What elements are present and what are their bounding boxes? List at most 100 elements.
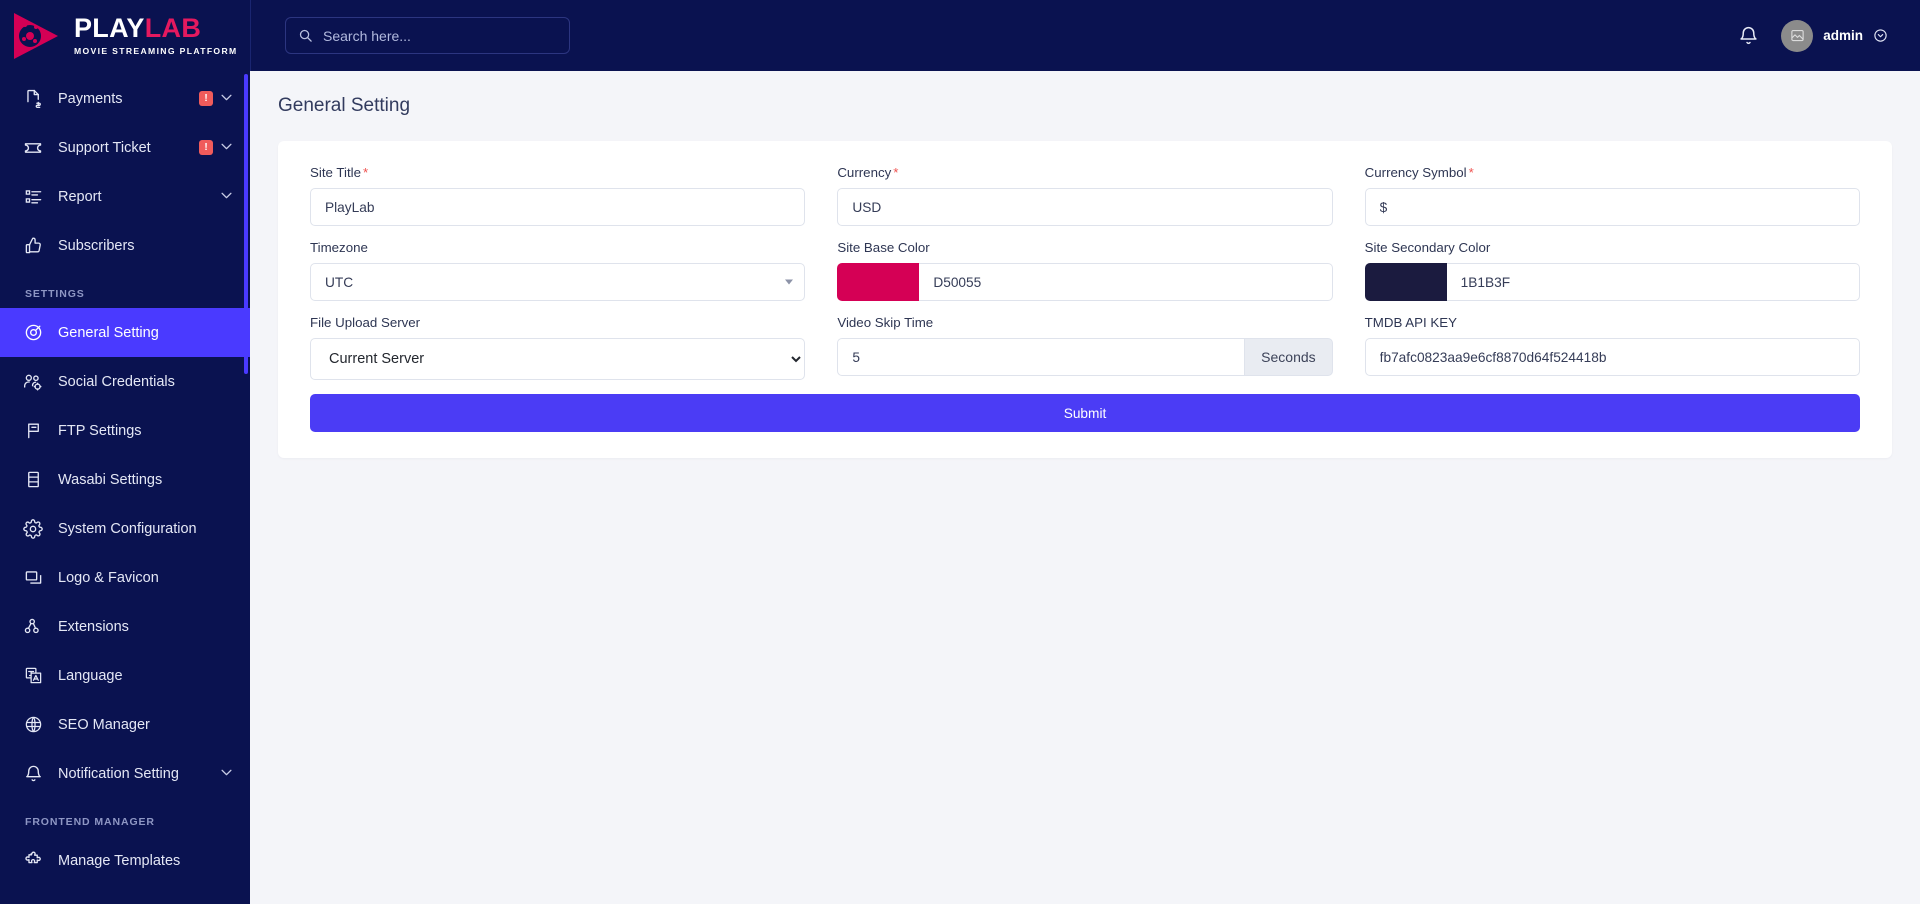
field-video-skip-time: Video Skip Time Seconds — [821, 315, 1348, 380]
sidebar-item-support-ticket[interactable]: Support Ticket ! — [0, 123, 250, 172]
sidebar-item-report[interactable]: Report — [0, 172, 250, 221]
sidebar-item-label: General Setting — [58, 324, 159, 341]
form-row-3: File Upload Server Current Server Video … — [294, 315, 1876, 380]
site-base-color-group — [837, 263, 1333, 301]
site-base-color-input[interactable] — [919, 263, 1333, 301]
field-timezone: Timezone — [294, 240, 821, 301]
sidebar-item-subscribers[interactable]: Subscribers — [0, 221, 250, 270]
sidebar-item-label: Subscribers — [58, 237, 135, 254]
sidebar-item-payments[interactable]: Payments ! — [0, 74, 250, 123]
sidebar-item-label: FTP Settings — [58, 422, 142, 439]
field-currency-symbol: Currency Symbol * — [1349, 165, 1876, 226]
search-box[interactable] — [285, 17, 570, 54]
timezone-label: Timezone — [310, 240, 368, 255]
field-site-title: Site Title * — [294, 165, 821, 226]
submit-button[interactable]: Submit — [310, 394, 1860, 432]
sidebar-item-logo-favicon[interactable]: Logo & Favicon — [0, 553, 250, 602]
sidebar-item-label: Support Ticket — [58, 139, 151, 156]
avatar — [1781, 19, 1814, 52]
extensions-icon — [22, 616, 44, 638]
search-input[interactable] — [323, 27, 557, 44]
chevron-down-icon[interactable] — [221, 93, 232, 104]
video-skip-time-label: Video Skip Time — [837, 315, 934, 330]
brand-tagline: MOVIE STREAMING PLATFORM — [74, 46, 238, 56]
sidebar-item-wasabi-settings[interactable]: Wasabi Settings — [0, 455, 250, 504]
bell-icon — [22, 763, 44, 785]
flag-icon — [22, 420, 44, 442]
site-base-color-label: Site Base Color — [837, 240, 930, 255]
site-title-label: Site Title * — [310, 165, 369, 180]
video-skip-time-unit: Seconds — [1244, 338, 1333, 376]
user-menu[interactable]: admin — [1781, 19, 1888, 52]
field-site-secondary-color: Site Secondary Color — [1349, 240, 1876, 301]
sidebar-item-notification-setting[interactable]: Notification Setting — [0, 749, 250, 798]
brand-logo[interactable]: PLAYLAB MOVIE STREAMING PLATFORM — [0, 0, 250, 71]
currency-symbol-label: Currency Symbol * — [1364, 165, 1474, 180]
sidebar-item-general-setting[interactable]: General Setting — [0, 308, 250, 357]
sidebar-item-social-credentials[interactable]: Social Credentials — [0, 357, 250, 406]
field-tmdb-api-key: TMDB API KEY — [1349, 315, 1876, 380]
content-area: General Setting Site Title* Currency* Cu… — [250, 71, 1920, 904]
sidebar-item-extensions[interactable]: Extensions — [0, 602, 250, 651]
chevron-down-icon[interactable] — [221, 142, 232, 153]
circle-target-icon — [22, 322, 44, 344]
field-site-base-color: Site Base Color — [821, 240, 1348, 301]
file-upload-server-label: File Upload Server — [310, 315, 421, 330]
currency-symbol-input[interactable] — [1364, 188, 1860, 226]
sidebar-item-ftp-settings[interactable]: FTP Settings — [0, 406, 250, 455]
brand-name-play: PLAY — [74, 13, 145, 43]
sidebar-item-label: Manage Templates — [58, 852, 181, 869]
gear-icon — [22, 518, 44, 540]
required-asterisk: * — [363, 165, 369, 180]
users-gear-icon — [22, 371, 44, 393]
tmdb-api-key-label: TMDB API KEY — [1364, 315, 1458, 330]
sidebar-scrollbar-thumb[interactable] — [244, 74, 248, 374]
currency-input[interactable] — [837, 188, 1333, 226]
chevron-down-icon[interactable] — [221, 768, 232, 779]
site-secondary-color-group — [1364, 263, 1860, 301]
globe-icon — [22, 714, 44, 736]
general-setting-form-card: Site Title* Currency* Currency Symbol* — [278, 141, 1892, 458]
sidebar-item-seo-manager[interactable]: SEO Manager — [0, 700, 250, 749]
currency-label: Currency * — [837, 165, 899, 180]
thumbs-up-icon — [22, 235, 44, 257]
chevron-down-circle-icon[interactable] — [1873, 28, 1888, 43]
windows-icon — [22, 567, 44, 589]
invoice-dollar-icon — [22, 88, 44, 110]
page-title: General Setting — [278, 95, 411, 116]
form-submit-row: Submit — [294, 394, 1876, 432]
tmdb-api-key-input[interactable] — [1364, 338, 1860, 376]
sidebar-section-frontend-manager: FRONTEND MANAGER — [25, 816, 155, 828]
site-secondary-color-input[interactable] — [1446, 263, 1860, 301]
site-secondary-color-swatch[interactable] — [1364, 263, 1447, 301]
film-reel-play-icon — [14, 11, 66, 61]
sidebar-item-label: Social Credentials — [58, 373, 175, 390]
sidebar-item-manage-templates[interactable]: Manage Templates — [0, 836, 250, 885]
video-skip-time-input[interactable] — [837, 338, 1245, 376]
sidebar-item-label: Language — [58, 667, 123, 684]
sidebar-item-label: Payments — [58, 90, 123, 107]
user-name: admin — [1823, 28, 1863, 43]
sidebar: PLAYLAB MOVIE STREAMING PLATFORM Payment… — [0, 0, 250, 904]
sidebar-item-label: SEO Manager — [58, 716, 150, 733]
site-base-color-swatch[interactable] — [837, 263, 920, 301]
field-currency: Currency * — [821, 165, 1348, 226]
sidebar-item-system-configuration[interactable]: System Configuration — [0, 504, 250, 553]
sidebar-item-language[interactable]: Language — [0, 651, 250, 700]
form-row-1: Site Title* Currency* Currency Symbol* — [294, 165, 1876, 226]
form-row-2: Timezone Site Base Color — [294, 240, 1876, 301]
timezone-select[interactable] — [310, 263, 806, 301]
field-file-upload-server: File Upload Server Current Server — [294, 315, 821, 380]
sidebar-nav: Payments ! Support Ticket ! Report Subsc… — [0, 71, 250, 885]
badge-alert: ! — [199, 140, 213, 155]
chevron-down-icon[interactable] — [221, 191, 232, 202]
site-secondary-color-label: Site Secondary Color — [1364, 240, 1491, 255]
brand-wordmark: PLAYLAB — [74, 15, 238, 42]
report-list-icon — [22, 186, 44, 208]
video-skip-time-group: Seconds — [837, 338, 1333, 376]
language-icon — [22, 665, 44, 687]
file-upload-server-select[interactable]: Current Server — [310, 338, 806, 380]
site-title-input[interactable] — [310, 188, 806, 226]
notifications-bell-icon[interactable] — [1738, 25, 1759, 46]
sidebar-item-label: Wasabi Settings — [58, 471, 163, 488]
